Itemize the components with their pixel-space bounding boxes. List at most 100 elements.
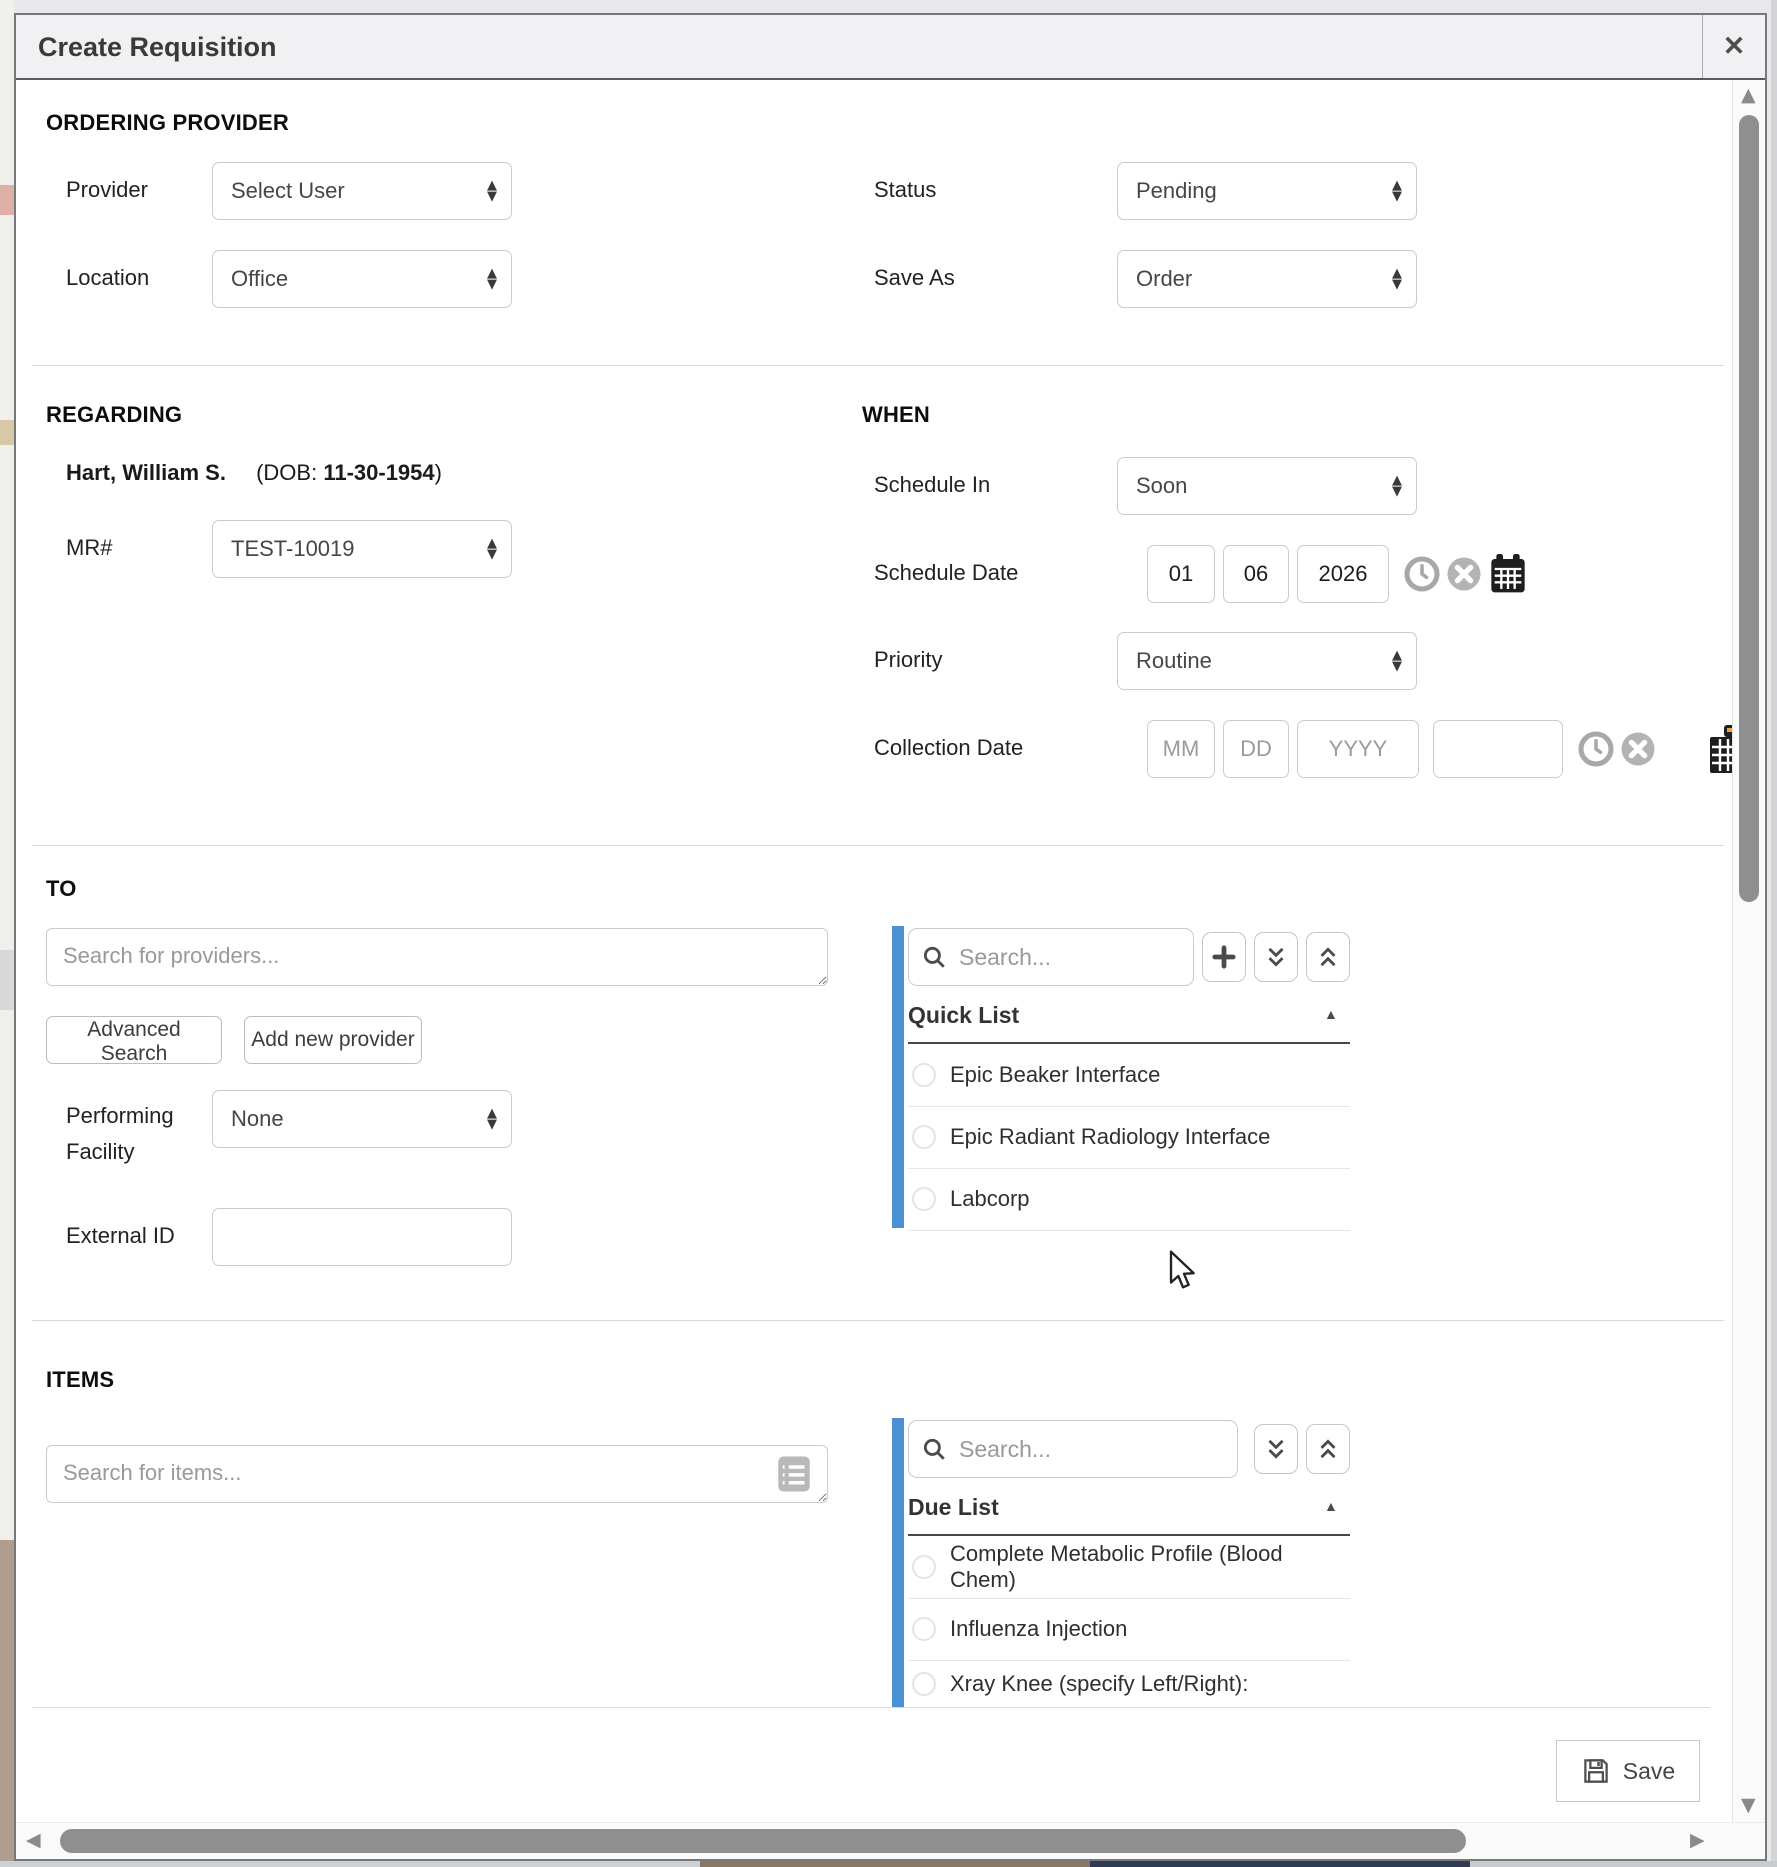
- collection-date-clear-icon[interactable]: [1620, 731, 1656, 767]
- due-list-item[interactable]: Complete Metabolic Profile (Blood Chem): [908, 1536, 1350, 1599]
- mr-select-value: TEST-10019: [231, 536, 487, 562]
- due-list-item[interactable]: Xray Knee (specify Left/Right):: [908, 1660, 1350, 1707]
- quick-list-item-label: Epic Beaker Interface: [950, 1062, 1160, 1088]
- double-chevron-up-icon: [1315, 1436, 1341, 1462]
- horizontal-scrollbar[interactable]: ◀ ▶: [16, 1822, 1765, 1859]
- schedule-in-select[interactable]: Soon ▲▼: [1117, 457, 1417, 515]
- select-arrows-icon: ▲▼: [487, 1108, 497, 1130]
- external-id-label: External ID: [66, 1223, 175, 1249]
- dialog-titlebar: Create Requisition ✕: [16, 15, 1765, 80]
- schedule-month-input[interactable]: [1147, 545, 1215, 603]
- item-search-textarea[interactable]: [46, 1445, 828, 1503]
- external-id-input[interactable]: [212, 1208, 512, 1266]
- bg-fragment: [0, 420, 14, 445]
- location-select-value: Office: [231, 266, 487, 292]
- mouse-cursor: [1164, 1250, 1198, 1295]
- vertical-scrollbar[interactable]: ▲ ▼: [1732, 80, 1765, 1822]
- schedule-date-clear-icon[interactable]: [1446, 556, 1482, 592]
- provider-select[interactable]: Select User ▲▼: [212, 162, 512, 220]
- page-background-right: [1771, 0, 1777, 1867]
- dob-prefix: (DOB:: [256, 460, 323, 485]
- due-list-accent-bar: [892, 1418, 904, 1707]
- due-list-search[interactable]: [908, 1420, 1238, 1478]
- radio-icon[interactable]: [912, 1672, 936, 1696]
- advanced-search-button[interactable]: Advanced Search: [46, 1016, 222, 1064]
- due-list-collapse-button[interactable]: [1306, 1424, 1350, 1474]
- due-list-item-label: Xray Knee (specify Left/Right):: [950, 1671, 1248, 1697]
- radio-icon[interactable]: [912, 1187, 936, 1211]
- page-background-left: [0, 0, 14, 1867]
- plus-icon: [1211, 944, 1237, 970]
- quick-list-title: Quick List: [908, 1002, 1019, 1029]
- collection-time-clock-icon[interactable]: [1578, 731, 1614, 767]
- schedule-time-clock-icon[interactable]: [1404, 556, 1440, 592]
- provider-label: Provider: [66, 177, 148, 203]
- radio-icon[interactable]: [912, 1555, 936, 1579]
- save-button-label: Save: [1623, 1758, 1675, 1785]
- close-button[interactable]: ✕: [1703, 15, 1765, 78]
- scroll-up-icon[interactable]: ▲: [1741, 84, 1756, 106]
- quick-list-search[interactable]: [908, 928, 1194, 986]
- add-new-provider-button[interactable]: Add new provider: [244, 1016, 422, 1064]
- due-list-expand-button[interactable]: [1254, 1424, 1298, 1474]
- quick-list-item-label: Epic Radiant Radiology Interface: [950, 1124, 1270, 1150]
- due-list-item-label: Complete Metabolic Profile (Blood Chem): [950, 1541, 1350, 1593]
- quick-list-item[interactable]: Labcorp: [908, 1168, 1350, 1231]
- schedule-date-label: Schedule Date: [874, 560, 1018, 586]
- collection-month-input[interactable]: [1147, 720, 1215, 778]
- collection-time-input[interactable]: [1433, 720, 1563, 778]
- collapse-caret-icon[interactable]: ▲: [1324, 1498, 1338, 1514]
- collapse-caret-icon[interactable]: ▲: [1324, 1006, 1338, 1022]
- select-arrows-icon: ▲▼: [1392, 650, 1402, 672]
- bg-fragment: [0, 1540, 14, 1867]
- radio-icon[interactable]: [912, 1125, 936, 1149]
- radio-icon[interactable]: [912, 1063, 936, 1087]
- schedule-date-calendar-icon[interactable]: [1488, 552, 1528, 596]
- item-list-picker-icon[interactable]: [772, 1452, 816, 1496]
- section-divider: [32, 1320, 1724, 1321]
- collection-year-input[interactable]: [1297, 720, 1419, 778]
- performing-facility-select-value: None: [231, 1106, 487, 1132]
- collection-date-label: Collection Date: [874, 735, 1023, 761]
- select-arrows-icon: ▲▼: [487, 538, 497, 560]
- collection-day-input[interactable]: [1223, 720, 1289, 778]
- provider-search-textarea[interactable]: [46, 928, 828, 986]
- due-list-item[interactable]: Influenza Injection: [908, 1598, 1350, 1661]
- location-label: Location: [66, 265, 149, 291]
- bg-fragment: [0, 950, 14, 1010]
- page-background-bottom: [0, 1861, 700, 1867]
- section-heading-to: TO: [46, 876, 77, 902]
- schedule-year-input[interactable]: [1297, 545, 1389, 603]
- schedule-day-input[interactable]: [1223, 545, 1289, 603]
- add-to-quick-list-button[interactable]: [1202, 932, 1246, 982]
- select-arrows-icon: ▲▼: [487, 268, 497, 290]
- dob-suffix: ): [435, 460, 442, 485]
- scroll-right-icon[interactable]: ▶: [1690, 1829, 1705, 1851]
- close-icon: ✕: [1723, 31, 1746, 61]
- patient-line: Hart, William S. (DOB: 11-30-1954): [66, 460, 442, 486]
- quick-list-search-input[interactable]: [957, 943, 1181, 972]
- patient-name: Hart, William S.: [66, 460, 226, 485]
- quick-list-item[interactable]: Epic Radiant Radiology Interface: [908, 1106, 1350, 1169]
- priority-select[interactable]: Routine ▲▼: [1117, 632, 1417, 690]
- vertical-scrollbar-thumb[interactable]: [1739, 115, 1759, 902]
- scroll-down-icon[interactable]: ▼: [1741, 1794, 1756, 1816]
- save-button[interactable]: Save: [1556, 1740, 1700, 1802]
- location-select[interactable]: Office ▲▼: [212, 250, 512, 308]
- scroll-left-icon[interactable]: ◀: [26, 1829, 41, 1851]
- double-chevron-down-icon: [1263, 1436, 1289, 1462]
- search-icon: [921, 1436, 947, 1462]
- quick-list-expand-button[interactable]: [1254, 932, 1298, 982]
- quick-list-collapse-button[interactable]: [1306, 932, 1350, 982]
- status-select[interactable]: Pending ▲▼: [1117, 162, 1417, 220]
- select-arrows-icon: ▲▼: [1392, 475, 1402, 497]
- horizontal-scrollbar-thumb[interactable]: [60, 1829, 1466, 1853]
- mr-select[interactable]: TEST-10019 ▲▼: [212, 520, 512, 578]
- save-as-select-value: Order: [1136, 266, 1392, 292]
- quick-list-item[interactable]: Epic Beaker Interface: [908, 1044, 1350, 1107]
- performing-facility-select[interactable]: None ▲▼: [212, 1090, 512, 1148]
- save-as-select[interactable]: Order ▲▼: [1117, 250, 1417, 308]
- radio-icon[interactable]: [912, 1617, 936, 1641]
- schedule-in-label: Schedule In: [874, 472, 990, 498]
- due-list-search-input[interactable]: [957, 1435, 1225, 1464]
